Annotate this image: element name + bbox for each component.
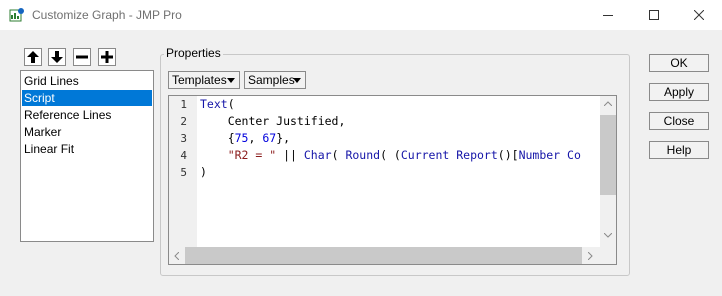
arrow-up-icon bbox=[27, 51, 39, 63]
code-line: {75, 67}, bbox=[200, 131, 291, 145]
horizontal-scrollbar[interactable] bbox=[169, 247, 600, 264]
close-icon bbox=[694, 10, 704, 20]
line-number: 5 bbox=[180, 166, 187, 179]
move-down-button[interactable] bbox=[48, 48, 66, 66]
horizontal-scroll-thumb[interactable] bbox=[185, 247, 582, 264]
maximize-icon bbox=[649, 10, 659, 20]
chevron-down-icon bbox=[227, 78, 235, 83]
list-item-marker[interactable]: Marker bbox=[22, 124, 152, 140]
line-number-gutter: 1 2 3 4 5 bbox=[169, 96, 197, 247]
help-button[interactable]: Help bbox=[649, 141, 709, 159]
close-button[interactable] bbox=[676, 0, 722, 30]
title-bar: Customize Graph - JMP Pro bbox=[0, 0, 722, 30]
code-line: ) bbox=[200, 165, 207, 179]
script-editor[interactable]: 1 2 3 4 5 Text( Center Justified, {75, 6… bbox=[168, 95, 617, 265]
close-dialog-button[interactable]: Close bbox=[649, 112, 709, 130]
apply-button[interactable]: Apply bbox=[649, 83, 709, 101]
arrow-down-icon bbox=[51, 51, 63, 63]
list-item-grid-lines[interactable]: Grid Lines bbox=[22, 73, 152, 89]
code-line: Text( bbox=[200, 97, 235, 111]
minimize-button[interactable] bbox=[585, 0, 631, 30]
vertical-scroll-thumb[interactable] bbox=[600, 115, 616, 195]
jmp-graph-icon bbox=[9, 7, 25, 23]
minus-icon bbox=[76, 55, 88, 59]
list-item-reference-lines[interactable]: Reference Lines bbox=[22, 107, 152, 123]
window-title: Customize Graph - JMP Pro bbox=[32, 8, 182, 22]
plus-icon bbox=[101, 51, 113, 63]
templates-dropdown[interactable]: Templates bbox=[168, 71, 240, 89]
scroll-left-icon[interactable] bbox=[174, 252, 179, 260]
minimize-icon bbox=[603, 15, 613, 16]
properties-group-label: Properties bbox=[164, 46, 223, 60]
line-number: 3 bbox=[180, 132, 187, 145]
scroll-right-icon[interactable] bbox=[588, 252, 593, 260]
remove-button[interactable] bbox=[73, 48, 91, 66]
move-up-button[interactable] bbox=[24, 48, 42, 66]
line-number: 4 bbox=[180, 149, 187, 162]
line-number: 2 bbox=[180, 115, 187, 128]
scroll-down-icon[interactable] bbox=[604, 233, 612, 238]
vertical-scrollbar[interactable] bbox=[600, 96, 616, 247]
templates-label: Templates bbox=[172, 73, 227, 87]
samples-dropdown[interactable]: Samples bbox=[244, 71, 306, 89]
scroll-up-icon[interactable] bbox=[604, 101, 612, 106]
maximize-button[interactable] bbox=[631, 0, 677, 30]
samples-label: Samples bbox=[248, 73, 295, 87]
line-number: 1 bbox=[180, 98, 187, 111]
ok-button[interactable]: OK bbox=[649, 54, 709, 72]
scrollbar-corner bbox=[600, 247, 616, 264]
code-line: "R2 = " || Char( Round( (Current Report(… bbox=[227, 148, 581, 162]
chevron-down-icon bbox=[293, 78, 301, 83]
list-item-script[interactable]: Script bbox=[22, 90, 152, 106]
graph-elements-list[interactable]: Grid Lines Script Reference Lines Marker… bbox=[20, 70, 154, 242]
list-item-linear-fit[interactable]: Linear Fit bbox=[22, 141, 152, 157]
add-button[interactable] bbox=[98, 48, 116, 66]
code-line: Center Justified, bbox=[200, 114, 346, 128]
